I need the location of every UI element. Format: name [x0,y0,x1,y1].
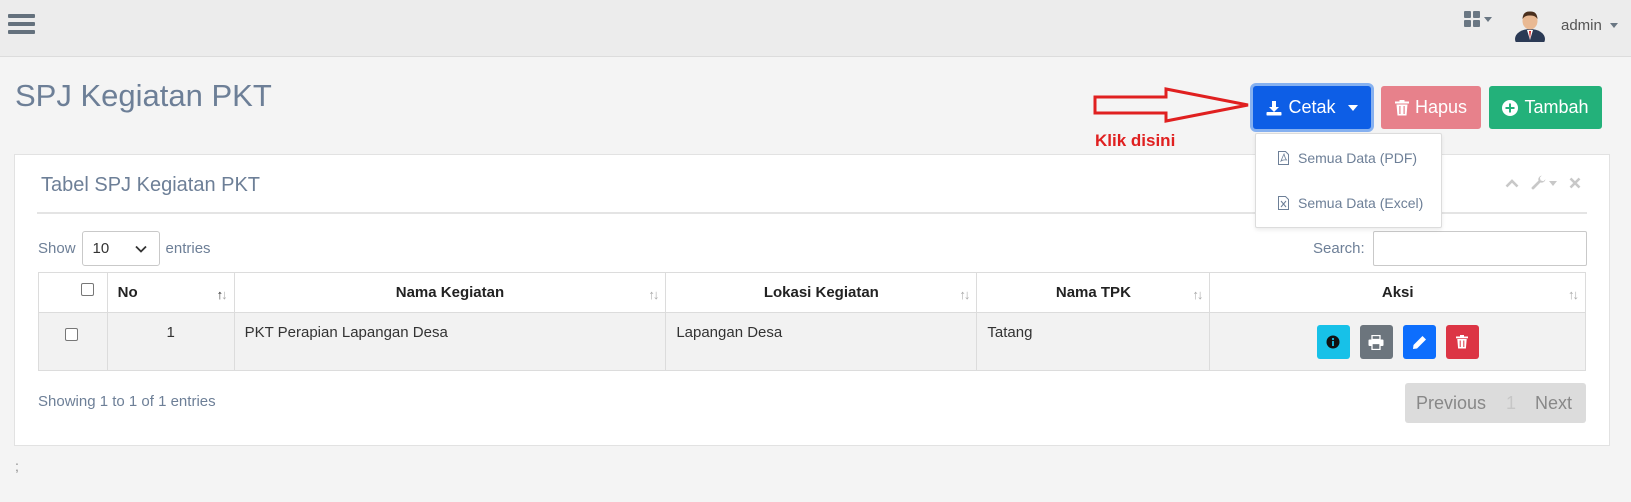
user-name: admin [1561,16,1602,34]
chevron-up-icon[interactable] [1505,178,1519,188]
dropdown-item-pdf[interactable]: Semua Data (PDF) [1278,150,1417,166]
trash-icon [1394,99,1409,115]
column-header-aksi[interactable]: Aksi ↑↓ [1209,272,1586,313]
page-number-button[interactable]: 1 [1506,393,1516,414]
tambah-label: Tambah [1524,97,1589,117]
previous-page-button[interactable]: Previous [1416,393,1486,414]
tambah-button[interactable]: Tambah [1489,86,1602,129]
panel-tools [1505,175,1581,191]
cetak-dropdown-menu: Semua Data (PDF) Semua Data (Excel) [1255,133,1442,228]
avatar [1513,8,1547,49]
chevron-down-icon [1347,104,1358,111]
data-table: No ↑↓ Nama Kegiatan ↑↓ Lokasi Kegiatan ↑… [38,272,1586,371]
sort-icon: ↑↓ [1568,287,1579,302]
search-control: Search: [1313,231,1587,266]
pagination: Previous 1 Next [1405,383,1586,423]
hamburger-menu-icon[interactable] [8,14,35,38]
annotation-arrow-icon [1093,87,1249,123]
settings-menu[interactable] [1531,175,1557,191]
print-icon [1368,334,1384,350]
dropdown-item-excel[interactable]: Semua Data (Excel) [1278,195,1423,211]
show-label: Show [38,240,76,257]
column-header-nama-tpk[interactable]: Nama TPK ↑↓ [976,272,1211,313]
apps-menu[interactable] [1464,11,1492,27]
user-menu[interactable]: admin [1513,8,1618,49]
select-all-header [38,272,108,313]
sort-icon: ↑↓ [959,287,970,302]
panel-title: Tabel SPJ Kegiatan PKT [41,174,261,196]
cell-tpk: Tatang [976,312,1211,371]
row-checkbox[interactable] [65,328,78,341]
cell-lokasi: Lapangan Desa [665,312,978,371]
cetak-label: Cetak [1288,97,1336,117]
cetak-button[interactable]: Cetak [1253,86,1371,129]
select-all-checkbox[interactable] [81,283,94,296]
footer-text: ; [15,458,19,474]
table-header-row: No ↑↓ Nama Kegiatan ↑↓ Lokasi Kegiatan ↑… [38,272,1586,313]
edit-button[interactable] [1402,325,1436,359]
table-row: 1 PKT Perapian Lapangan Desa Lapangan De… [38,312,1586,371]
top-navbar: admin [0,0,1631,57]
sort-icon: ↑↓ [216,287,228,302]
chevron-down-icon [1484,16,1492,22]
sort-icon: ↑↓ [1192,287,1203,302]
table-info: Showing 1 to 1 of 1 entries [38,393,216,410]
entries-select[interactable]: 10 [81,231,160,266]
wrench-icon [1531,175,1546,190]
row-checkbox-cell [38,312,108,371]
hapus-label: Hapus [1414,97,1468,117]
pencil-icon [1412,335,1426,349]
hapus-button[interactable]: Hapus [1381,86,1481,129]
dropdown-item-label: Semua Data (PDF) [1298,150,1418,166]
column-header-nama-kegiatan[interactable]: Nama Kegiatan ↑↓ [233,272,667,313]
chevron-down-icon [1609,22,1618,28]
delete-button[interactable] [1445,325,1479,359]
cell-nama-kegiatan: PKT Perapian Lapangan Desa [233,312,667,371]
search-label: Search: [1313,240,1365,257]
column-header-lokasi-kegiatan[interactable]: Lokasi Kegiatan ↑↓ [665,272,978,313]
download-icon [1266,100,1282,115]
file-excel-icon [1278,196,1289,210]
grid-icon [1464,11,1480,27]
entries-length-control: Show 10 entries [38,231,211,266]
info-icon [1326,335,1340,349]
print-button[interactable] [1359,325,1393,359]
page-title: SPJ Kegiatan PKT [15,78,272,113]
cell-aksi [1209,312,1586,371]
chevron-down-icon [134,245,147,253]
detail-button[interactable] [1316,325,1350,359]
search-input[interactable] [1372,231,1587,266]
cell-no: 1 [106,312,235,371]
row-actions [1210,324,1585,359]
chevron-down-icon [1549,180,1557,186]
file-pdf-icon [1278,151,1289,165]
dropdown-item-label: Semua Data (Excel) [1298,195,1424,211]
next-page-button[interactable]: Next [1535,393,1572,414]
trash-icon [1456,335,1469,349]
close-icon[interactable] [1569,177,1581,189]
column-header-no[interactable]: No ↑↓ [106,272,235,313]
plus-circle-icon [1502,99,1519,116]
entries-label: entries [165,240,211,257]
annotation-label: Klik disini [1095,131,1176,150]
sort-icon: ↑↓ [648,287,659,302]
entries-value: 10 [92,240,110,257]
